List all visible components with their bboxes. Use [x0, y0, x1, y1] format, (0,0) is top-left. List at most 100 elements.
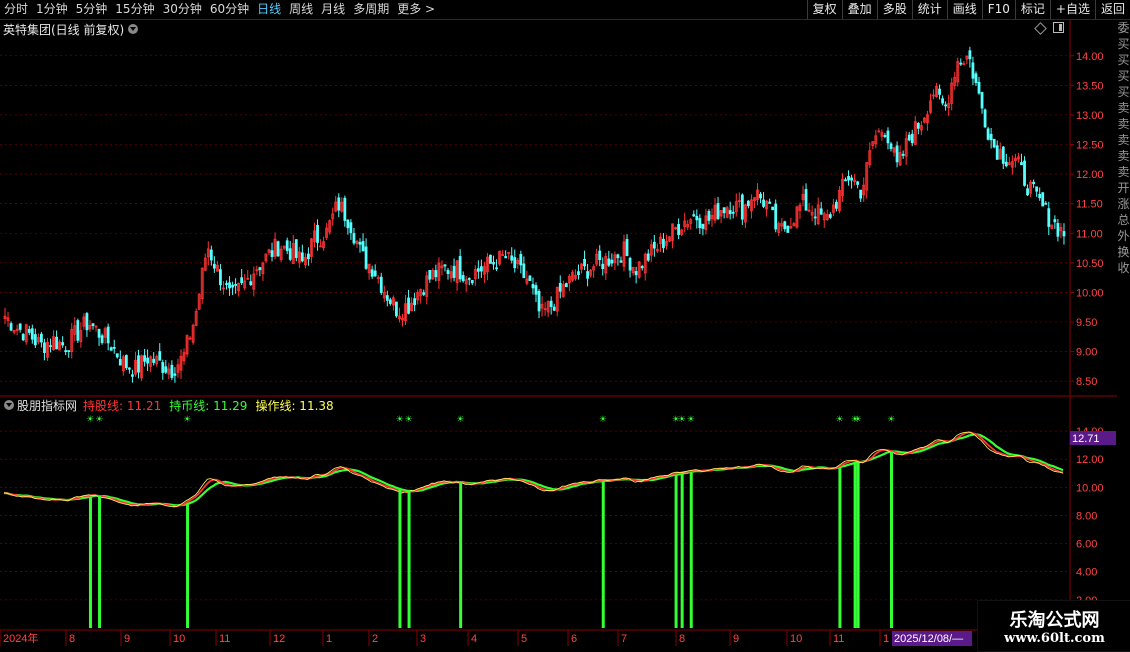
quote-field-label: 换: [1117, 245, 1130, 259]
candle-body: [995, 145, 999, 160]
candle-body: [109, 347, 113, 351]
period-tab[interactable]: 多周期: [349, 0, 393, 19]
toolbar-button[interactable]: 叠加: [841, 0, 877, 19]
candle-body: [986, 128, 990, 140]
period-tab[interactable]: 更多 >: [393, 0, 439, 19]
candle-body: [698, 218, 702, 229]
hold-line: [3, 431, 1064, 508]
candle-body: [379, 276, 383, 293]
candle-body: [819, 208, 823, 215]
candle-body: [783, 221, 787, 230]
candle-body: [112, 347, 116, 349]
candle-body: [859, 189, 863, 199]
period-tab[interactable]: 15分钟: [111, 0, 158, 19]
candle-body: [989, 133, 993, 141]
candle-body: [413, 298, 417, 306]
candle-body: [549, 300, 553, 308]
candle-body: [628, 257, 632, 271]
toolbar-button[interactable]: F10: [981, 0, 1015, 19]
candle-body: [143, 355, 146, 362]
indicator-name[interactable]: 股朋指标网: [17, 397, 77, 414]
candle-body: [152, 358, 156, 363]
chart-canvas[interactable]: ☀ ☀ ☀ ☀ ☀ ☀ ☀ ☀☀ ☀ ☀ ☀☀ ☀ 14.0013.5013.0012.5012.00…: [0, 0, 1130, 650]
candle-body: [971, 62, 975, 79]
candle-body: [938, 88, 941, 95]
candle-body: [158, 351, 162, 361]
candle-body: [774, 203, 778, 230]
window-toggle-icon[interactable]: [1053, 22, 1064, 33]
candle-body: [1062, 231, 1066, 237]
candle-body: [67, 350, 71, 352]
candle-body: [285, 240, 289, 251]
diamond-icon[interactable]: [1034, 22, 1047, 35]
candle-body: [1032, 181, 1036, 185]
candle-body: [910, 133, 914, 144]
candle-body: [27, 329, 31, 333]
candle-body: [146, 357, 150, 364]
candle-body: [40, 333, 43, 343]
period-tab[interactable]: 分时: [0, 0, 32, 19]
candle-body: [337, 197, 341, 211]
signal-markers: ☀ ☀ ☀ ☀ ☀ ☀ ☀ ☀☀ ☀ ☀ ☀☀ ☀: [86, 415, 895, 425]
candle-body: [607, 258, 611, 266]
signal-bar: [407, 490, 411, 628]
period-tab[interactable]: 日线: [253, 0, 285, 19]
indicator-dropdown-icon[interactable]: [4, 400, 14, 410]
toolbar-button[interactable]: +自选: [1049, 0, 1095, 19]
toolbar-button[interactable]: 统计: [911, 0, 947, 19]
candle-body: [740, 194, 744, 220]
price-tick-label: 13.00: [1076, 110, 1104, 122]
period-tab[interactable]: 30分钟: [159, 0, 206, 19]
period-tab[interactable]: 月线: [317, 0, 349, 19]
period-tab[interactable]: 5分钟: [72, 0, 112, 19]
toolbar-button[interactable]: 复权: [806, 0, 842, 19]
candle-body: [452, 265, 456, 278]
candle-body: [1038, 193, 1042, 199]
candle-body: [1041, 192, 1045, 207]
candle-body: [968, 50, 972, 60]
candle-body: [319, 245, 322, 248]
candle-body: [564, 283, 568, 288]
candle-body: [131, 374, 134, 377]
candle-body: [804, 189, 808, 211]
signal-marker: ☀: [687, 415, 695, 425]
signal-marker: ☀: [835, 415, 843, 425]
candle-body: [373, 270, 377, 277]
time-tick-label: 8: [679, 633, 685, 645]
indicator-tick-label: 12.00: [1076, 454, 1104, 466]
toolbar-button[interactable]: 标记: [1014, 0, 1050, 19]
candle-body: [461, 275, 465, 282]
toolbar-button[interactable]: 返回: [1094, 0, 1130, 19]
candle-body: [446, 269, 450, 274]
stock-title-row: 英特集团(日线 前复权): [0, 20, 139, 38]
candle-body: [1026, 188, 1029, 196]
candle-body: [728, 210, 732, 215]
indicator-lines: [3, 431, 1064, 508]
toolbar-button[interactable]: 画线: [946, 0, 982, 19]
dropdown-icon[interactable]: [128, 24, 139, 34]
candle-body: [467, 278, 471, 280]
signal-bar: [838, 467, 842, 628]
candle-body: [586, 271, 589, 279]
candle-body: [428, 269, 432, 280]
period-tab[interactable]: 1分钟: [32, 0, 72, 19]
candle-body: [489, 254, 492, 264]
operate-line: [3, 431, 1064, 508]
period-tab[interactable]: 60分钟: [206, 0, 253, 19]
candle-body: [944, 104, 948, 107]
candle-body: [983, 109, 987, 128]
candle-body: [128, 367, 131, 370]
hold-line-label: 持股线: 11.21: [83, 398, 162, 413]
signal-bar: [88, 497, 92, 628]
candle-body: [164, 366, 168, 373]
signal-bar: [186, 504, 190, 628]
signal-marker: ☀: [405, 415, 413, 425]
candle-body: [625, 239, 629, 257]
candle-body: [577, 271, 580, 276]
signal-marker: ☀: [183, 415, 191, 425]
candle-body: [598, 250, 602, 261]
candle-body: [76, 320, 80, 341]
toolbar-button[interactable]: 多股: [876, 0, 912, 19]
period-tab[interactable]: 周线: [285, 0, 317, 19]
candle-body: [18, 323, 22, 330]
